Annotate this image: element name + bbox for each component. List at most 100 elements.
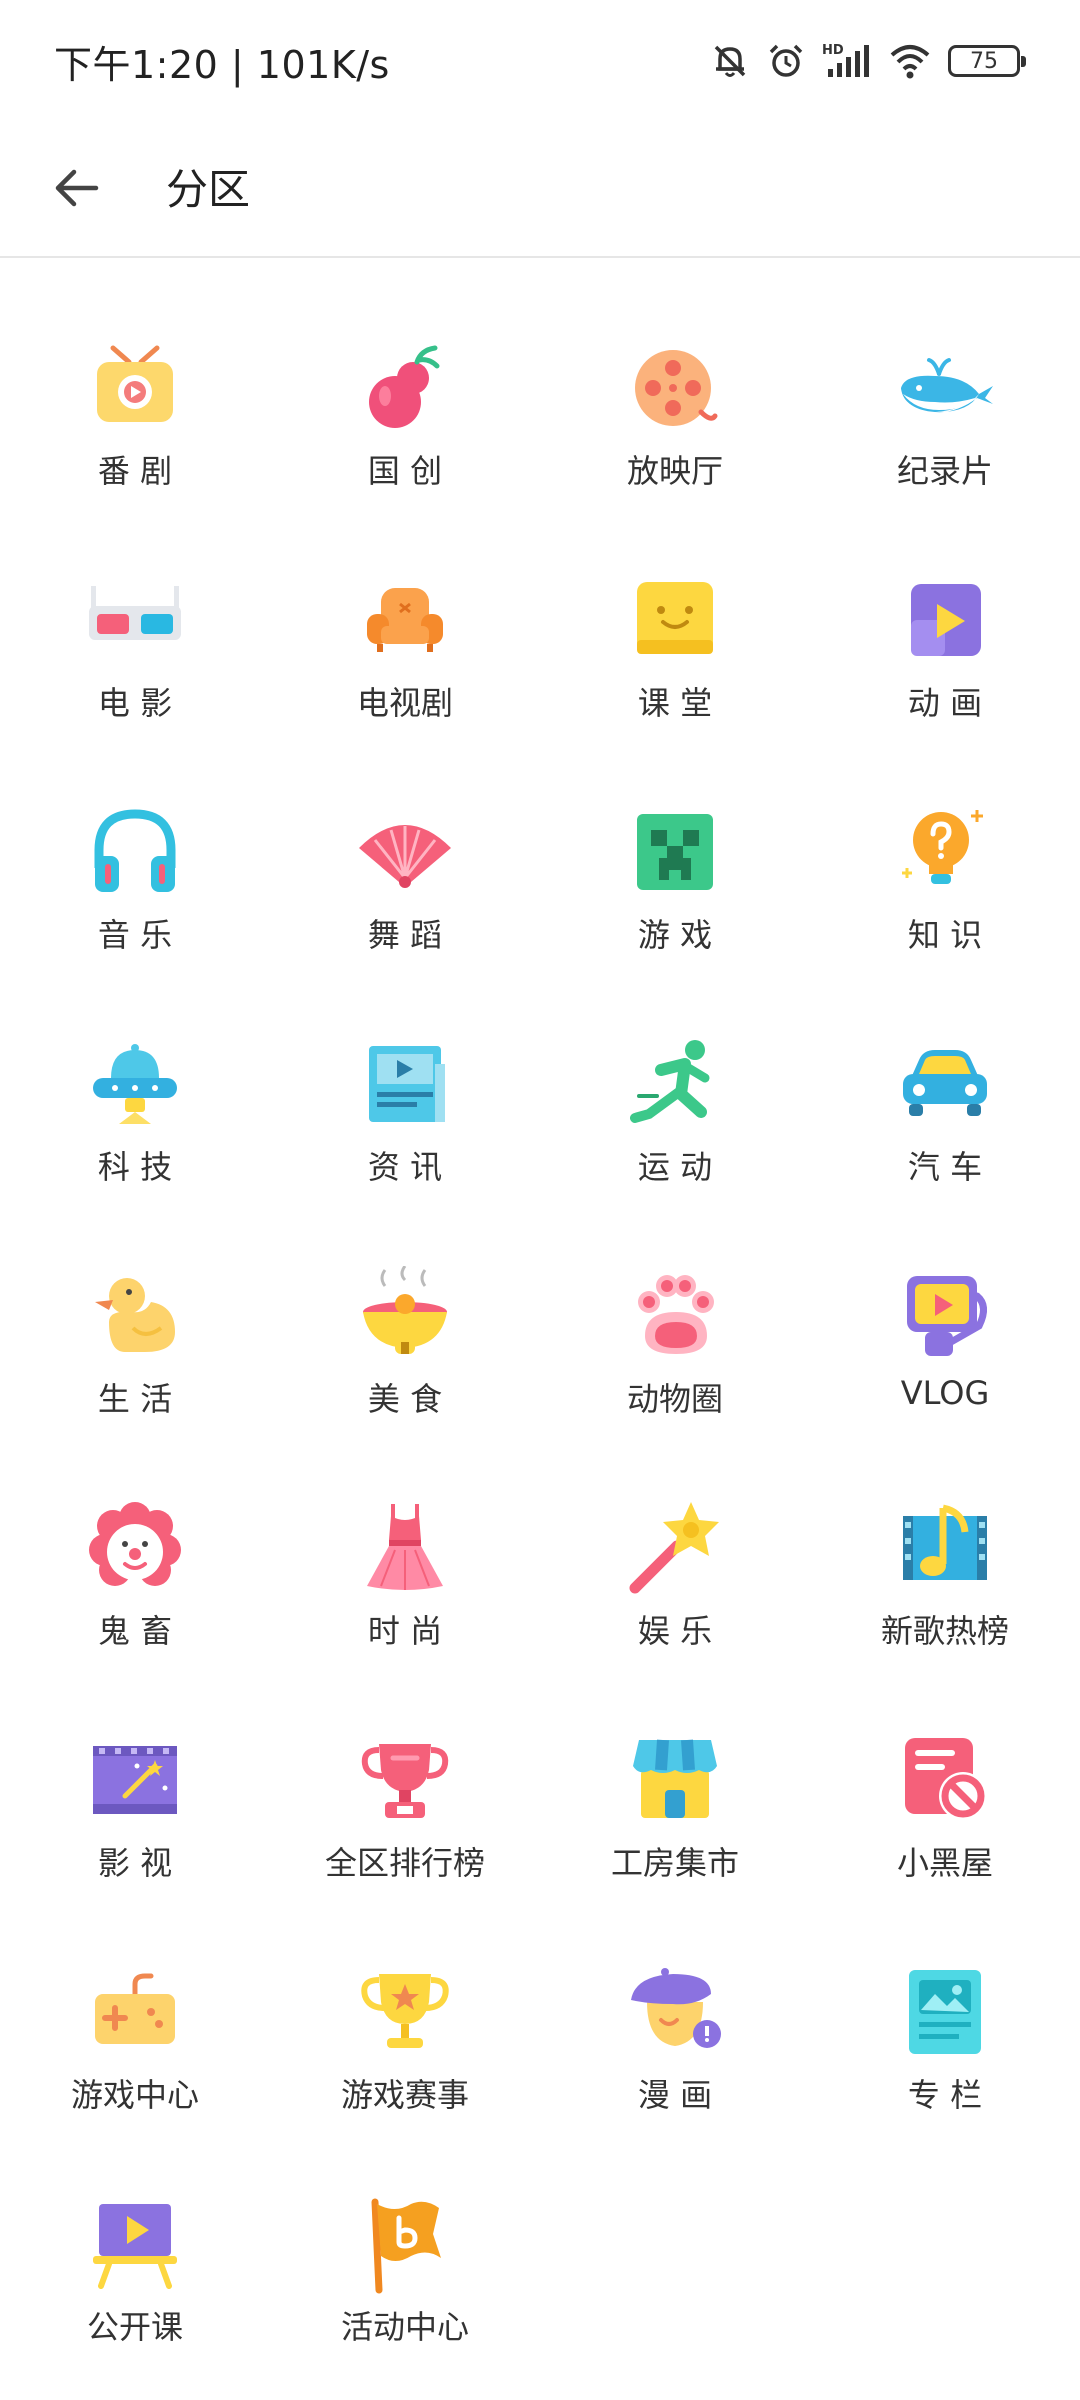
zone-label: 新歌热榜	[880, 1612, 1009, 1650]
shop-icon	[625, 1730, 725, 1830]
music-note-icon	[895, 1498, 995, 1598]
zone-youxi-zhongxin[interactable]: 游戏中心	[0, 1924, 270, 2156]
zone-wudao[interactable]: 舞 蹈	[270, 764, 540, 996]
dress-icon	[355, 1498, 455, 1598]
zone-zhishi[interactable]: 知 识	[810, 764, 1080, 996]
vlog-camera-icon	[895, 1266, 995, 1366]
zone-vlog[interactable]: VLOG	[810, 1228, 1080, 1460]
zone-donghua[interactable]: 动 画	[810, 532, 1080, 764]
zone-yule[interactable]: 娱 乐	[540, 1460, 810, 1692]
newspaper-icon	[355, 1034, 455, 1134]
zone-label: 公开课	[86, 2308, 183, 2346]
zone-row: 游戏中心 游戏赛事 漫 画 专 栏	[0, 1924, 1080, 2156]
zone-label: 工房集市	[610, 1844, 739, 1882]
zone-fangyingting[interactable]: 放映厅	[540, 300, 810, 532]
zone-guichu[interactable]: 鬼 畜	[0, 1460, 270, 1692]
zone-label: 国 创	[367, 452, 443, 490]
zone-label: 漫 画	[637, 2076, 713, 2114]
zone-row: 鬼 畜 时 尚 娱 乐 新歌热榜	[0, 1460, 1080, 1692]
zone-quanqu-paihangbang[interactable]: 全区排行榜	[270, 1692, 540, 1924]
back-button[interactable]	[40, 154, 112, 226]
zone-keji[interactable]: 科 技	[0, 996, 270, 1228]
zone-jilupian[interactable]: 纪录片	[810, 300, 1080, 532]
zone-label: 活动中心	[340, 2308, 469, 2346]
zone-label: 全区排行榜	[324, 1844, 485, 1882]
battery-icon: 75	[948, 45, 1026, 77]
article-icon	[895, 1962, 995, 2062]
zone-label: 运 动	[637, 1148, 713, 1186]
zone-dongwuquan[interactable]: 动物圈	[540, 1228, 810, 1460]
zone-label: 鬼 畜	[97, 1612, 173, 1650]
cup-star-icon	[355, 1962, 455, 2062]
zone-label: 生 活	[97, 1380, 173, 1418]
zone-row: 番 剧 国 创 放映厅 纪录片	[0, 300, 1080, 532]
zone-row: 电 影 电视剧 课 堂 动 画	[0, 532, 1080, 764]
zone-guochuang[interactable]: 国 创	[270, 300, 540, 532]
car-icon	[895, 1034, 995, 1134]
ufo-icon	[85, 1034, 185, 1134]
puzzle-play-icon	[895, 570, 995, 670]
alarm-icon	[766, 41, 806, 81]
zone-huodong-zhongxin[interactable]: 活动中心	[270, 2156, 540, 2388]
zone-row: 生 活 美 食 动物圈 VLOG	[0, 1228, 1080, 1460]
zone-yinyue[interactable]: 音 乐	[0, 764, 270, 996]
zone-label: VLOG	[900, 1374, 990, 1412]
zone-gongfang-jishi[interactable]: 工房集市	[540, 1692, 810, 1924]
zone-dianshiju[interactable]: 电视剧	[270, 532, 540, 764]
zone-label: 动 画	[907, 684, 983, 722]
zone-shishang[interactable]: 时 尚	[270, 1460, 540, 1692]
zone-label: 动物圈	[626, 1380, 723, 1418]
zone-qiche[interactable]: 汽 车	[810, 996, 1080, 1228]
zone-grid: 番 剧 国 创 放映厅 纪录片 电 影 电视剧 课 堂 动 画 音 乐 舞 蹈 …	[0, 300, 1080, 2388]
status-bar: 下午1:20 | 101K/s HD 75	[0, 0, 1080, 120]
zone-youxi-saishi[interactable]: 游戏赛事	[270, 1924, 540, 2156]
zone-youxi[interactable]: 游 戏	[540, 764, 810, 996]
zone-label: 放映厅	[626, 452, 723, 490]
armchair-icon	[355, 570, 455, 670]
zone-ketang[interactable]: 课 堂	[540, 532, 810, 764]
zone-label: 游戏中心	[70, 2076, 199, 2114]
zone-label: 纪录片	[896, 452, 993, 490]
zone-row: 影 视 全区排行榜 工房集市 小黑屋	[0, 1692, 1080, 1924]
zone-label: 美 食	[367, 1380, 443, 1418]
zone-label: 时 尚	[367, 1612, 443, 1650]
zone-empty	[540, 2156, 810, 2388]
zone-label: 番 剧	[97, 452, 173, 490]
zone-label: 舞 蹈	[367, 916, 443, 954]
zone-dianying[interactable]: 电 影	[0, 532, 270, 764]
zone-label: 知 识	[907, 916, 983, 954]
zone-label: 电视剧	[356, 684, 453, 722]
zone-zhuanlan[interactable]: 专 栏	[810, 1924, 1080, 2156]
zone-row: 公开课 活动中心	[0, 2156, 1080, 2388]
zone-label: 科 技	[97, 1148, 173, 1186]
zone-fanju[interactable]: 番 剧	[0, 300, 270, 532]
zone-label: 汽 车	[907, 1148, 983, 1186]
zone-label: 游戏赛事	[340, 2076, 469, 2114]
lightbulb-question-icon	[895, 802, 995, 902]
zone-gongkaike[interactable]: 公开课	[0, 2156, 270, 2388]
page-title: 分区	[166, 165, 251, 214]
status-time-speed: 下午1:20 | 101K/s	[54, 43, 390, 87]
zone-xiaoheiwu[interactable]: 小黑屋	[810, 1692, 1080, 1924]
banned-icon	[895, 1730, 995, 1830]
zone-yingshi[interactable]: 影 视	[0, 1692, 270, 1924]
film-magic-icon	[85, 1730, 185, 1830]
zone-shenghuo[interactable]: 生 活	[0, 1228, 270, 1460]
easel-icon	[85, 2194, 185, 2294]
zone-manhua[interactable]: 漫 画	[540, 1924, 810, 2156]
zone-label: 娱 乐	[637, 1612, 713, 1650]
runner-icon	[625, 1034, 725, 1134]
zone-yundong[interactable]: 运 动	[540, 996, 810, 1228]
zone-row: 科 技 资 讯 运 动 汽 车	[0, 996, 1080, 1228]
3d-glasses-icon	[85, 570, 185, 670]
classroom-icon	[625, 570, 725, 670]
zone-xinge-rebang[interactable]: 新歌热榜	[810, 1460, 1080, 1692]
zone-label: 课 堂	[637, 684, 713, 722]
duck-icon	[85, 1266, 185, 1366]
zone-meishi[interactable]: 美 食	[270, 1228, 540, 1460]
film-reel-icon	[625, 338, 725, 438]
gamepad-icon	[85, 1962, 185, 2062]
zone-row: 音 乐 舞 蹈 游 戏 知 识	[0, 764, 1080, 996]
paw-icon	[625, 1266, 725, 1366]
zone-zixun[interactable]: 资 讯	[270, 996, 540, 1228]
